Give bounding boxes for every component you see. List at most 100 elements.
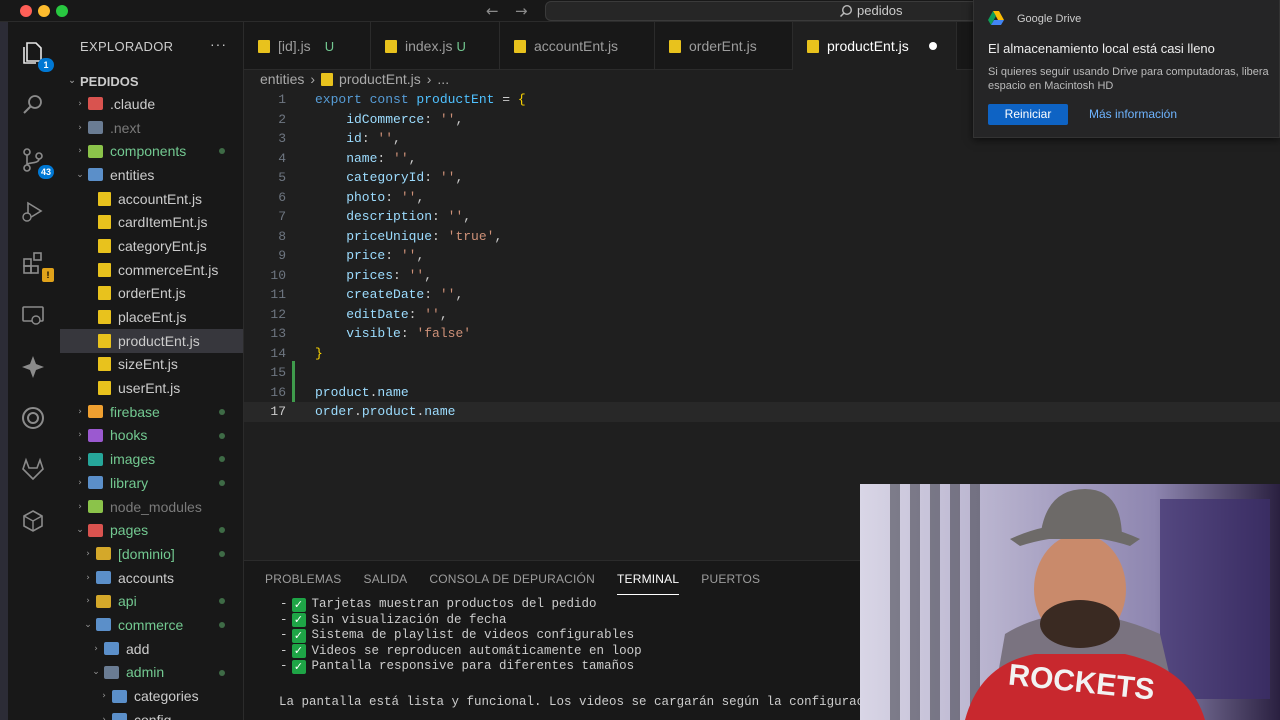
tree-item[interactable]: categoryEnt.js [60,234,243,258]
minimize-window-button[interactable] [38,5,50,17]
tab-id-js[interactable]: [id].js U [244,22,371,70]
code-line[interactable]: 12 editDate: '', [244,305,1280,325]
tree-item-label: entities [110,166,155,183]
code-line[interactable]: 16 product.name [244,383,1280,403]
js-file-icon [669,39,681,53]
code-text: editDate: '', [315,305,447,325]
extensions-icon[interactable]: ! [18,248,54,282]
code-line[interactable]: 15 [244,363,1280,383]
code-line[interactable]: 11 createDate: '', [244,285,1280,305]
vscode-window: ← → pedidos 1 43 ! EXPLORADOR ··· ⌄ PEDI… [0,0,1280,720]
search-icon[interactable] [18,90,48,120]
tree-item[interactable]: ⌄ pages [60,518,243,542]
tab-problems[interactable]: PROBLEMAS [265,572,342,586]
tree-item[interactable]: placeEnt.js [60,305,243,329]
code-token: id [315,131,362,146]
untracked-badge: U [456,38,466,54]
bullet: - [280,597,288,611]
restart-button[interactable]: Reiniciar [988,104,1068,125]
tree-item-label: library [110,474,149,491]
folder-icon [88,500,103,514]
tree-item[interactable]: › images [60,447,243,471]
code-token: , [463,209,472,224]
code-line[interactable]: 10 prices: '', [244,266,1280,286]
zoom-window-button[interactable] [56,5,68,17]
remote-explorer-icon[interactable] [18,300,48,330]
unsaved-dot-icon[interactable] [928,42,937,50]
tree-item[interactable]: commerceEnt.js [60,258,243,282]
terminal-output[interactable]: - ✓ Tarjetas muestran productos del pedido… [244,597,860,675]
tab-debug-console[interactable]: CONSOLA DE DEPURACIÓN [429,572,595,586]
code-line[interactable]: 13 visible: 'false' [244,324,1280,344]
tree-item-label: commerceEnt.js [118,261,219,278]
workspace-root[interactable]: ⌄ PEDIDOS [60,70,243,92]
breadcrumb-more[interactable]: ... [437,71,449,87]
code-token: , [416,189,425,205]
gitlab-icon[interactable] [18,454,48,484]
code-line[interactable]: 6 photo: '', [244,188,1280,208]
tree-item[interactable]: › .next [60,116,243,140]
code-line[interactable]: 8 priceUnique: 'true', [244,227,1280,247]
tree-item[interactable]: › [dominio] [60,542,243,566]
tree-item[interactable]: › accounts [60,566,243,590]
git-status-dot-icon [219,622,225,629]
tree-item[interactable]: productEnt.js [60,328,243,353]
code-token: '' [424,306,440,322]
back-arrow-icon[interactable]: ← [486,2,499,20]
code-line[interactable]: 4 name: '', [244,149,1280,169]
chevron-down-icon: ⌄ [92,667,100,678]
tree-item[interactable]: › library [60,471,243,495]
more-actions-icon[interactable]: ··· [210,36,227,52]
code-token: photo [315,189,386,205]
tree-item[interactable]: › config [60,708,243,720]
close-window-button[interactable] [20,5,32,17]
tree-item[interactable]: ⌄ admin [60,661,243,685]
breadcrumb-folder[interactable]: entities [260,71,304,87]
code-line[interactable]: 9 price: '', [244,246,1280,266]
run-debug-icon[interactable] [18,196,48,226]
code-line[interactable]: 14} [244,344,1280,364]
tree-item-label: api [118,593,137,610]
folder-icon [112,689,127,703]
code-token: , [424,267,433,283]
breadcrumb-file[interactable]: productEnt.js [339,71,421,87]
tab-orderent-js[interactable]: orderEnt.js [655,22,793,70]
line-number: 6 [278,189,286,205]
tree-item[interactable]: › api [60,589,243,613]
sparkle-icon[interactable] [18,352,48,382]
tree-item[interactable]: › hooks [60,424,243,448]
code-text: } [315,344,323,364]
more-info-link[interactable]: Más información [1089,107,1177,121]
tree-item[interactable]: › .claude [60,92,243,116]
tree-item[interactable]: › add [60,637,243,661]
explorer-icon[interactable]: 1 [18,38,54,72]
container-icon[interactable] [18,506,48,536]
tree-item[interactable]: › categories [60,684,243,708]
code-token: '' [400,248,417,263]
tab-ports[interactable]: PUERTOS [701,572,760,586]
tree-item[interactable]: ⌄ entities [60,163,243,187]
tree-item[interactable]: cardItemEnt.js [60,210,243,234]
tree-item[interactable]: accountEnt.js [60,187,243,211]
tab-index-js[interactable]: index.js U [371,22,500,70]
source-control-icon[interactable]: 43 [18,145,54,179]
tree-item[interactable]: › components [60,139,243,163]
tree-item[interactable]: › firebase [60,400,243,424]
tab-productent-js[interactable]: productEnt.js [793,22,957,70]
tab-label: accountEnt.js [534,38,619,54]
tree-item[interactable]: orderEnt.js [60,282,243,306]
tab-output[interactable]: SALIDA [364,572,408,586]
notification-message: Si quieres seguir usando Drive para comp… [988,66,1269,92]
code-line[interactable]: 7 description: '', [244,207,1280,227]
code-line[interactable]: 5 categoryId: '', [244,168,1280,188]
forward-arrow-icon[interactable]: → [515,2,528,20]
tab-terminal[interactable]: TERMINAL [616,572,680,595]
tree-item[interactable]: userEnt.js [60,376,243,400]
target-icon[interactable] [18,403,48,433]
tree-item[interactable]: ⌄ commerce [60,613,243,637]
tree-item[interactable]: sizeEnt.js [60,353,243,377]
command-center-search[interactable]: pedidos [545,1,985,21]
code-line[interactable]: 17 order.product.name [244,402,1280,422]
tree-item[interactable]: › node_modules [60,495,243,519]
tab-accountent-js[interactable]: accountEnt.js [500,22,655,70]
